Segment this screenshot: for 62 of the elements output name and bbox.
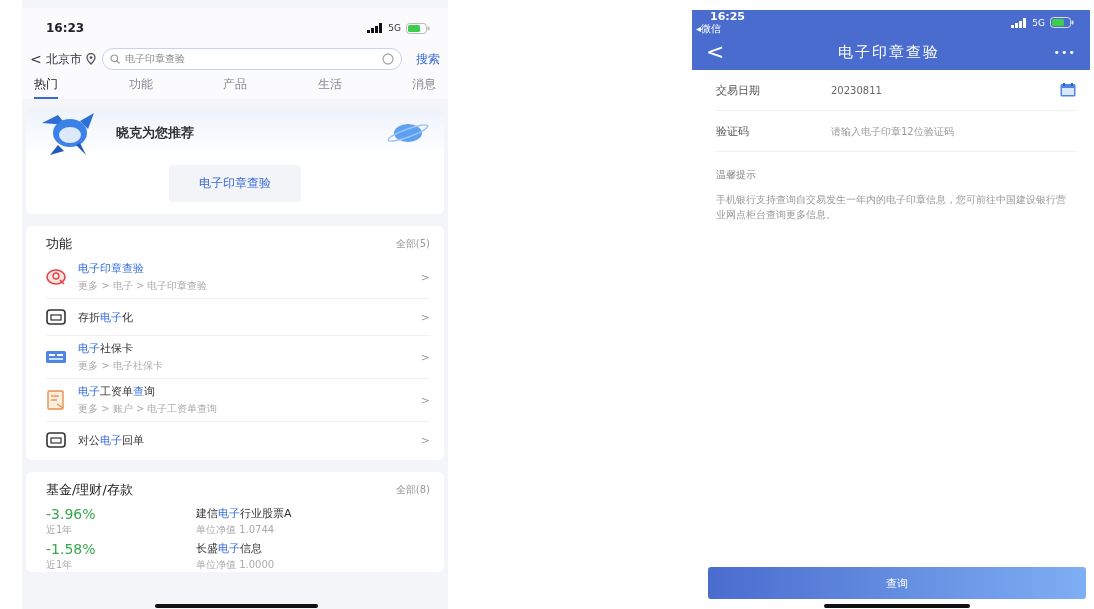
more-button[interactable]: ••• xyxy=(1053,45,1076,59)
chevron-icon[interactable]: > xyxy=(420,433,430,447)
clear-icon xyxy=(382,53,394,65)
tip-title: 温馨提示 xyxy=(716,168,757,182)
page-title: 电子印章查验 xyxy=(838,42,940,62)
tab[interactable]: 热门 xyxy=(34,76,58,99)
query-button[interactable]: 查询 xyxy=(708,567,1086,599)
function-path: 更多 > 电子 > 电子印章查验 xyxy=(78,279,209,293)
network-label: 5G xyxy=(1032,17,1045,28)
chevron-icon[interactable]: > xyxy=(420,270,430,284)
function-title[interactable]: 对公电子回单 xyxy=(78,432,409,448)
function-title[interactable]: 电子社保卡 xyxy=(78,341,409,356)
tab[interactable]: 产品 xyxy=(223,76,247,99)
signal-icon xyxy=(1011,17,1028,28)
card-icon xyxy=(46,430,66,450)
date-field[interactable]: 20230811 xyxy=(831,84,1060,96)
banner-title: 晓克为您推荐 xyxy=(116,124,195,142)
recommend-button[interactable]: 电子印章查验 xyxy=(169,165,301,202)
field-label: 交易日期 xyxy=(716,82,761,98)
document-icon xyxy=(46,390,66,410)
fund-detail: 单位净值 1.0000 xyxy=(196,558,275,572)
tab[interactable]: 生活 xyxy=(317,76,342,99)
return-rate: -3.96% xyxy=(46,506,97,522)
chevron-icon[interactable]: > xyxy=(420,350,430,364)
rate-period: 近1年 xyxy=(46,523,74,537)
city-selector[interactable]: 北京市 xyxy=(45,50,82,68)
function-path: 更多 > 账户 > 电子工资单查询 xyxy=(78,402,219,416)
calendar-icon xyxy=(1060,83,1076,97)
search-button[interactable]: 搜索 xyxy=(416,50,440,68)
fund-name[interactable]: 建信电子行业股票A xyxy=(196,506,292,521)
chevron-icon[interactable]: > xyxy=(420,393,430,407)
section-title: 功能 xyxy=(46,235,72,253)
signal-icon xyxy=(367,23,384,33)
view-all-link[interactable]: 全部(8) xyxy=(395,483,430,497)
search-icon xyxy=(109,54,120,64)
function-path: 更多 > 电子社保卡 xyxy=(78,359,164,373)
fund-name[interactable]: 长盛电子信息 xyxy=(196,541,275,556)
network-label: 5G xyxy=(388,23,401,33)
rate-period: 近1年 xyxy=(46,558,74,572)
chevron-icon[interactable]: > xyxy=(420,310,430,324)
input-field[interactable]: 请输入电子印章12位验证码 xyxy=(831,125,1076,137)
status-time: 16:23 xyxy=(46,21,85,35)
tab[interactable]: 功能 xyxy=(128,76,153,99)
back-to-app-link[interactable]: ◂微信 xyxy=(696,23,745,35)
location-icon xyxy=(85,53,96,65)
section-title: 基金/理财/存款 xyxy=(46,481,133,499)
card-icon xyxy=(46,307,66,327)
function-title[interactable]: 电子工资单查询 xyxy=(78,384,409,399)
function-title[interactable]: 电子印章查验 xyxy=(78,261,409,276)
search-field[interactable]: 电子印章查验 xyxy=(101,48,402,70)
battery-icon xyxy=(406,22,430,34)
back-button[interactable]: < xyxy=(30,51,42,67)
field-label: 验证码 xyxy=(716,123,750,139)
view-all-link[interactable]: 全部(5) xyxy=(395,237,430,251)
function-title[interactable]: 存折电子化 xyxy=(78,309,409,325)
tab[interactable]: 消息 xyxy=(412,76,436,99)
fund-detail: 单位净值 1.0744 xyxy=(196,523,276,537)
battery-icon xyxy=(1050,17,1074,28)
back-button[interactable]: < xyxy=(706,41,725,63)
status-time: 16:25 xyxy=(710,11,745,23)
return-rate: -1.58% xyxy=(46,541,97,557)
seal-icon xyxy=(46,267,66,287)
